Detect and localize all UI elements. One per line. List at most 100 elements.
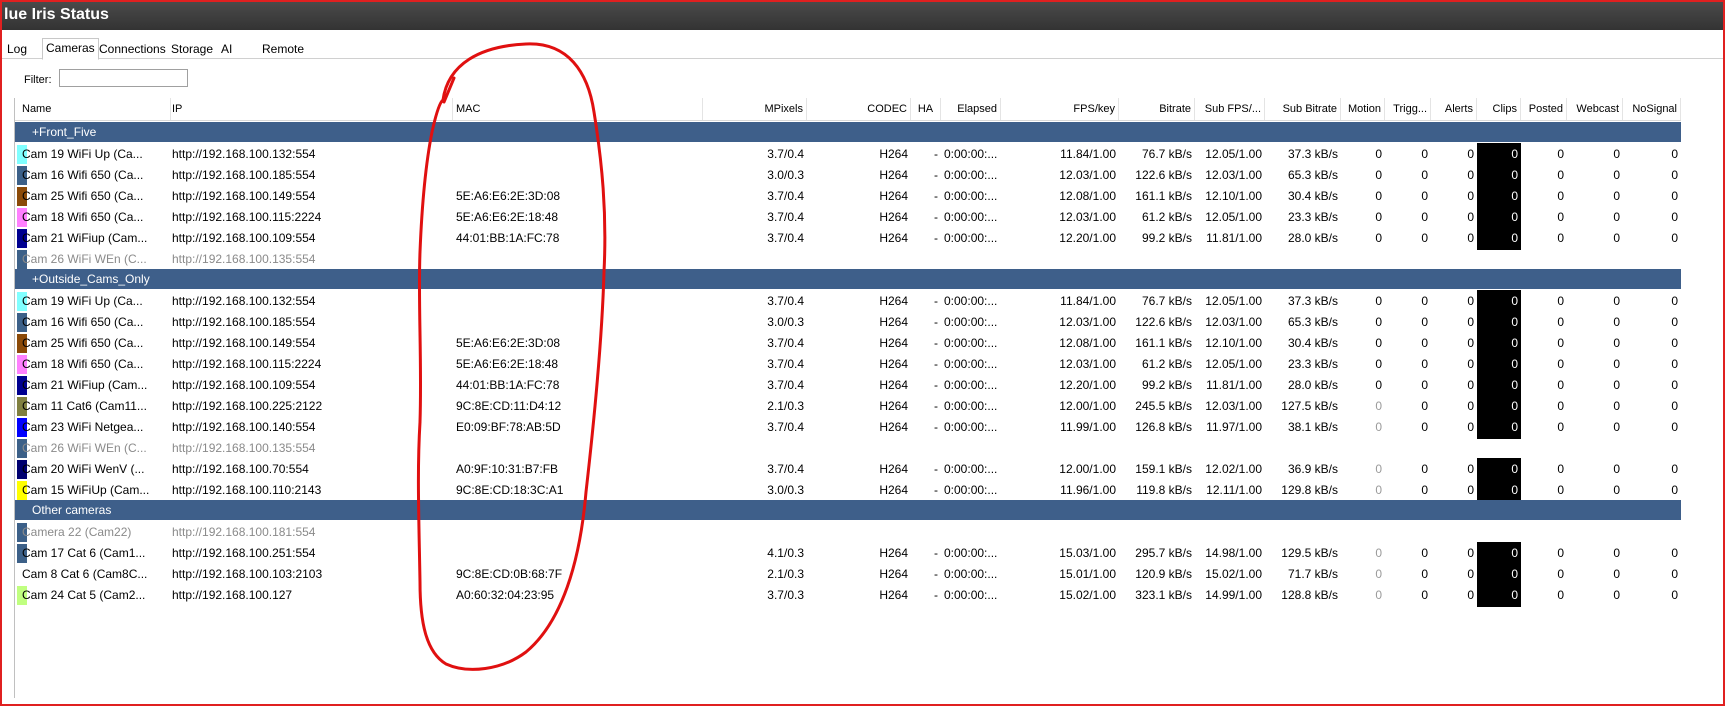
table-row[interactable]: Cam 15 WiFiUp (Cam... http://192.168.100.… [15, 479, 1681, 502]
column-header-mac[interactable]: MAC [453, 98, 703, 120]
column-header-clips[interactable]: Clips [1477, 98, 1521, 120]
table-row[interactable]: Cam 19 WiFi Up (Ca... http://192.168.100.… [15, 143, 1681, 166]
filter-input[interactable] [59, 69, 188, 87]
cell-clips: 0 [1477, 353, 1521, 376]
column-header-nosignal[interactable]: NoSignal [1623, 98, 1681, 120]
cell-alerts: 0 [1467, 378, 1474, 392]
tab-connections[interactable]: Connections [96, 40, 169, 58]
table-row[interactable]: Cam 24 Cat 5 (Cam2... http://192.168.100.… [15, 584, 1681, 607]
table-row[interactable]: Cam 26 WiFi WEn (C... http://192.168.100.… [15, 248, 1681, 271]
cell-trigg: 0 [1421, 588, 1428, 602]
cell-alerts [1431, 521, 1477, 544]
table-row[interactable]: Cam 25 Wifi 650 (Ca... http://192.168.100… [15, 185, 1681, 208]
cell-mpixels [703, 248, 807, 271]
cell-nosignal: 0 [1671, 147, 1678, 161]
column-header-mpixels[interactable]: MPixels [703, 98, 807, 120]
cell-ha: - [934, 399, 938, 413]
table-row[interactable]: Camera 22 (Cam22) http://192.168.100.181:… [15, 521, 1681, 544]
cell-motion [1341, 248, 1385, 271]
cell-posted: 0 [1557, 420, 1564, 434]
cell-nosignal: 0 [1671, 168, 1678, 182]
column-header-trigg[interactable]: Trigg... [1385, 98, 1431, 120]
cell-elapsed: 0:00:00:... [944, 168, 998, 182]
cell-clips: 0 [1477, 542, 1521, 565]
cell-nosignal: 0 [1671, 210, 1678, 224]
tab-log[interactable]: Log [4, 40, 30, 58]
column-header-subbitrate[interactable]: Sub Bitrate [1265, 98, 1341, 120]
cell-alerts: 0 [1467, 567, 1474, 581]
group-header[interactable]: +Outside_Cams_Only [15, 269, 1681, 289]
column-header-elapsed[interactable]: Elapsed [941, 98, 1001, 120]
cell-subbitrate: 38.1 kB/s [1287, 420, 1338, 434]
column-header-ha[interactable]: HA [911, 98, 941, 120]
column-header-ip[interactable]: IP [169, 98, 453, 120]
cell-trigg: 0 [1421, 210, 1428, 224]
column-header-posted[interactable]: Posted [1521, 98, 1567, 120]
table-row[interactable]: Cam 8 Cat 6 (Cam8C... http://192.168.100.… [15, 563, 1681, 586]
cell-trigg: 0 [1421, 420, 1428, 434]
cell-webcast: 0 [1613, 483, 1620, 497]
column-header-bitrate[interactable]: Bitrate [1119, 98, 1195, 120]
table-row[interactable]: Cam 16 Wifi 650 (Ca... http://192.168.100… [15, 311, 1681, 334]
cell-posted: 0 [1557, 315, 1564, 329]
cell-elapsed: 0:00:00:... [944, 357, 998, 371]
cell-elapsed [941, 248, 1001, 271]
cell-elapsed: 0:00:00:... [944, 462, 998, 476]
table-row[interactable]: Cam 17 Cat 6 (Cam1... http://192.168.100.… [15, 542, 1681, 565]
cell-mpixels: 3.7/0.4 [767, 147, 804, 161]
tab-strip: Log Cameras Connections Storage AI Remote [2, 38, 1723, 60]
cell-alerts [1431, 248, 1477, 271]
cell-fps: 12.08/1.00 [1059, 336, 1116, 350]
cell-mpixels: 2.1/0.3 [767, 399, 804, 413]
cell-subfps: 11.81/1.00 [1206, 378, 1262, 392]
cell-ha: - [934, 315, 938, 329]
column-header-webcast[interactable]: Webcast [1567, 98, 1623, 120]
column-header-fps[interactable]: FPS/key [1001, 98, 1119, 120]
cell-ha: - [934, 147, 938, 161]
cell-trigg: 0 [1421, 483, 1428, 497]
column-header-codec[interactable]: CODEC [807, 98, 911, 120]
column-header-motion[interactable]: Motion [1341, 98, 1385, 120]
table-row[interactable]: Cam 21 WiFiup (Cam... http://192.168.100.… [15, 374, 1681, 397]
tab-remote[interactable]: Remote [259, 40, 307, 58]
cell-subfps: 12.11/1.00 [1206, 483, 1262, 497]
cell-mac [453, 542, 703, 565]
table-row[interactable]: Cam 21 WiFiup (Cam... http://192.168.100.… [15, 227, 1681, 250]
tab-ai[interactable]: AI [218, 40, 235, 58]
cell-ha: - [934, 357, 938, 371]
cell-subbitrate [1265, 521, 1341, 544]
cell-trigg: 0 [1421, 294, 1428, 308]
tab-storage[interactable]: Storage [168, 40, 216, 58]
tab-cameras[interactable]: Cameras [42, 38, 99, 60]
table-row[interactable]: Cam 18 Wifi 650 (Ca... http://192.168.100… [15, 206, 1681, 229]
table-row[interactable]: Cam 18 Wifi 650 (Ca... http://192.168.100… [15, 353, 1681, 376]
cell-ip: http://192.168.100.185:554 [172, 315, 316, 329]
cell-subbitrate: 37.3 kB/s [1287, 294, 1338, 308]
cell-bitrate: 122.6 kB/s [1135, 168, 1192, 182]
cell-alerts: 0 [1467, 168, 1474, 182]
group-header[interactable]: +Front_Five [15, 122, 1681, 142]
table-row[interactable]: Cam 20 WiFi WenV (... http://192.168.100.… [15, 458, 1681, 481]
cell-mpixels: 3.7/0.4 [767, 336, 804, 350]
column-header-alerts[interactable]: Alerts [1431, 98, 1477, 120]
table-row[interactable]: Cam 23 WiFi Netgea... http://192.168.100.… [15, 416, 1681, 439]
table-row[interactable]: Cam 19 WiFi Up (Ca... http://192.168.100.… [15, 290, 1681, 313]
cell-elapsed: 0:00:00:... [944, 483, 998, 497]
column-header-name[interactable]: Name [19, 98, 171, 120]
table-row[interactable]: Cam 25 Wifi 650 (Ca... http://192.168.100… [15, 332, 1681, 355]
cell-codec: H264 [879, 420, 908, 434]
table-row[interactable]: Cam 26 WiFi WEn (C... http://192.168.100.… [15, 437, 1681, 460]
cell-bitrate: 61.2 kB/s [1141, 357, 1192, 371]
cell-subfps [1195, 437, 1265, 460]
cell-webcast: 0 [1613, 399, 1620, 413]
cell-name: Camera 22 (Cam22) [22, 525, 132, 539]
cell-fps: 12.00/1.00 [1059, 462, 1116, 476]
cell-alerts: 0 [1467, 462, 1474, 476]
column-header-subfps[interactable]: Sub FPS/... [1195, 98, 1265, 120]
table-row[interactable]: Cam 16 Wifi 650 (Ca... http://192.168.100… [15, 164, 1681, 187]
cell-name: Cam 17 Cat 6 (Cam1... [22, 546, 146, 560]
cell-motion: 0 [1375, 294, 1382, 308]
group-header[interactable]: Other cameras [15, 500, 1681, 520]
cell-codec: H264 [879, 357, 908, 371]
table-row[interactable]: Cam 11 Cat6 (Cam11... http://192.168.100.… [15, 395, 1681, 418]
